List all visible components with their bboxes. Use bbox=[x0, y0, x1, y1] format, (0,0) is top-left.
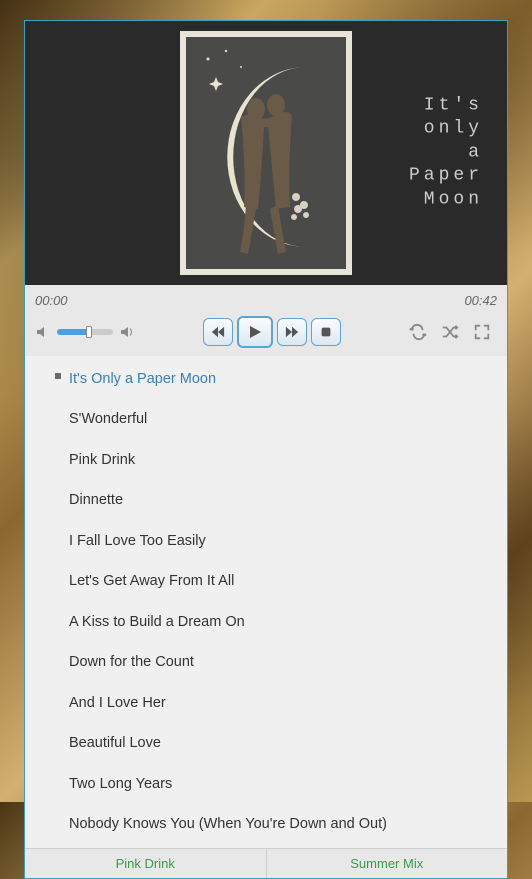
track-title: S'Wonderful bbox=[69, 411, 147, 427]
media-player: It's only a Paper Moon 00:00 00:42 bbox=[24, 20, 508, 879]
expand-icon[interactable] bbox=[473, 323, 491, 341]
volume-thumb[interactable] bbox=[86, 326, 92, 338]
volume-control bbox=[35, 324, 135, 340]
volume-high-icon bbox=[119, 324, 135, 340]
track-item[interactable]: And I Love Her bbox=[25, 686, 507, 720]
transport-controls bbox=[203, 316, 341, 348]
track-item[interactable]: It's Only a Paper Moon bbox=[25, 362, 507, 396]
track-item[interactable]: Down for the Count bbox=[25, 645, 507, 679]
track-title: Nobody Knows You (When You're Down and O… bbox=[69, 816, 387, 832]
artwork-caption: It's only a Paper Moon bbox=[409, 95, 483, 212]
track-item[interactable]: Two Long Years bbox=[25, 767, 507, 801]
track-title: Pink Drink bbox=[69, 452, 135, 468]
forward-button[interactable] bbox=[277, 318, 307, 346]
track-item[interactable]: Let's Get Away From It All bbox=[25, 564, 507, 598]
controls-bar: 00:00 00:42 bbox=[25, 285, 507, 356]
stop-button[interactable] bbox=[311, 318, 341, 346]
track-item[interactable]: S'Wonderful bbox=[25, 402, 507, 436]
track-item[interactable]: Nobody Knows You (When You're Down and O… bbox=[25, 807, 507, 841]
track-item[interactable]: Pink Drink bbox=[25, 443, 507, 477]
footer-tabs: Pink Drink Summer Mix bbox=[25, 848, 507, 878]
shuffle-icon[interactable] bbox=[441, 323, 459, 341]
track-title: Dinnette bbox=[69, 492, 123, 508]
album-cover bbox=[180, 31, 352, 275]
track-title: Two Long Years bbox=[69, 776, 172, 792]
track-title: Down for the Count bbox=[69, 654, 194, 670]
rewind-button[interactable] bbox=[203, 318, 233, 346]
volume-slider[interactable] bbox=[57, 329, 113, 335]
track-item[interactable]: Beautiful Love bbox=[25, 726, 507, 760]
track-title: Beautiful Love bbox=[69, 735, 161, 751]
track-title: A Kiss to Build a Dream On bbox=[69, 614, 245, 630]
footer-tab[interactable]: Pink Drink bbox=[25, 849, 267, 878]
track-title: Let's Get Away From It All bbox=[69, 573, 234, 589]
artwork-panel: It's only a Paper Moon bbox=[25, 21, 507, 285]
footer-tab[interactable]: Summer Mix bbox=[267, 849, 508, 878]
time-elapsed: 00:00 bbox=[35, 293, 68, 308]
mode-controls bbox=[409, 323, 491, 341]
track-item[interactable]: Dinnette bbox=[25, 483, 507, 517]
track-item[interactable]: A Kiss to Build a Dream On bbox=[25, 605, 507, 639]
play-button[interactable] bbox=[237, 316, 273, 348]
track-item[interactable]: I Fall Love Too Easily bbox=[25, 524, 507, 558]
time-row: 00:00 00:42 bbox=[35, 291, 497, 316]
repeat-icon[interactable] bbox=[409, 323, 427, 341]
track-title: And I Love Her bbox=[69, 695, 166, 711]
volume-fill bbox=[57, 329, 88, 335]
track-title: It's Only a Paper Moon bbox=[69, 371, 216, 387]
volume-low-icon bbox=[35, 324, 51, 340]
playlist: It's Only a Paper Moon S'Wonderful Pink … bbox=[25, 356, 507, 878]
track-title: I Fall Love Too Easily bbox=[69, 533, 206, 549]
time-total: 00:42 bbox=[464, 293, 497, 308]
album-cover-image bbox=[186, 37, 346, 269]
